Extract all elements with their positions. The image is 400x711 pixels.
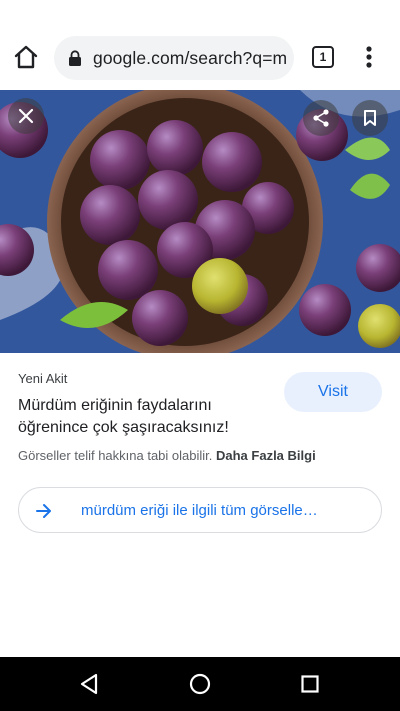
related-images-button[interactable]: mürdüm eriği ile ilgili tüm görselle… — [18, 487, 382, 533]
close-icon — [18, 108, 34, 124]
overflow-menu-button[interactable] — [358, 44, 380, 70]
back-icon[interactable] — [78, 672, 102, 696]
plum-bowl-image — [0, 90, 400, 353]
address-bar[interactable]: google.com/search?q=m — [54, 36, 294, 80]
save-button[interactable] — [352, 100, 388, 136]
arrow-right-icon — [36, 504, 51, 518]
visit-label: Visit — [318, 383, 348, 400]
related-images-label: mürdüm eriği ile ilgili tüm görselle… — [81, 502, 318, 519]
status-bar — [0, 0, 400, 24]
tab-switcher-button[interactable]: 1 — [312, 46, 334, 68]
copyright-notice: Görseller telif hakkına tabi olabilir. D… — [18, 448, 316, 463]
copyright-text: Görseller telif hakkına tabi olabilir. — [18, 448, 213, 463]
system-navigation-bar — [0, 657, 400, 711]
url-text: google.com/search?q=m — [93, 48, 288, 68]
visit-button[interactable]: Visit — [284, 372, 382, 412]
more-info-link[interactable]: Daha Fazla Bilgi — [216, 448, 316, 463]
lock-icon — [69, 50, 81, 66]
home-icon — [14, 45, 38, 69]
result-image[interactable] — [0, 90, 400, 353]
home-button[interactable] — [10, 41, 42, 73]
result-title[interactable]: Mürdüm eriğinin faydalarını öğrenince ço… — [18, 395, 268, 439]
tab-count: 1 — [319, 50, 327, 64]
close-viewer-button[interactable] — [8, 98, 44, 134]
more-vert-icon — [366, 46, 372, 68]
bookmark-icon — [364, 110, 376, 126]
recents-icon[interactable] — [301, 675, 319, 693]
source-name[interactable]: Yeni Akit — [18, 371, 67, 386]
share-icon — [313, 109, 329, 127]
home-circle-icon[interactable] — [189, 673, 211, 695]
share-button[interactable] — [303, 100, 339, 136]
browser-toolbar: google.com/search?q=m 1 — [0, 24, 400, 90]
